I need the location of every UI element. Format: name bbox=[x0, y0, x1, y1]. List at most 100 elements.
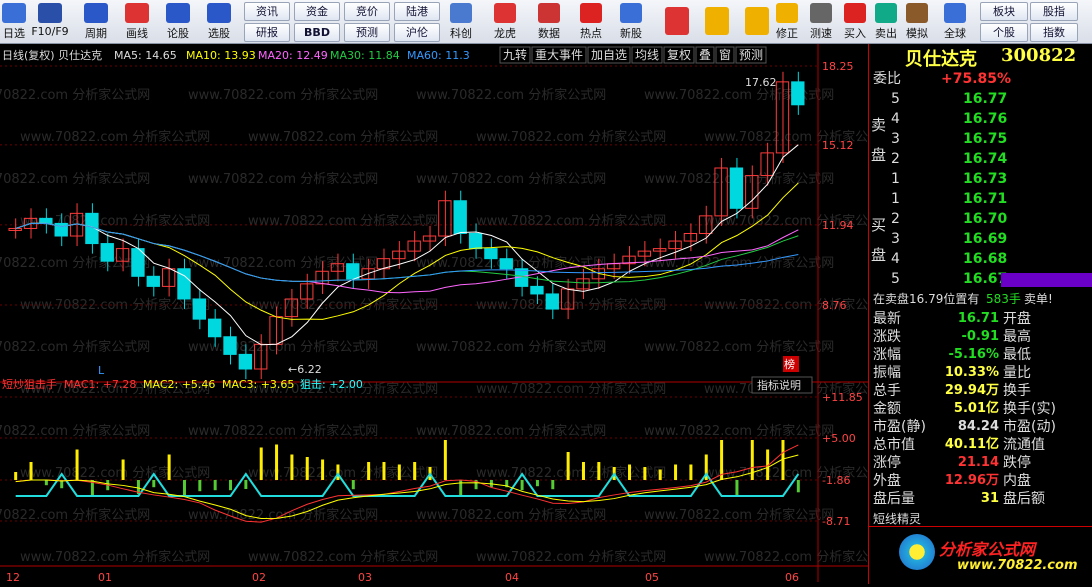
sell-level: 2 16.74 bbox=[869, 150, 1092, 168]
toolbar-2-button[interactable]: F10/F9 bbox=[30, 2, 70, 42]
nav-button[interactable] bbox=[700, 2, 734, 42]
low-label: ←6.22 bbox=[288, 363, 322, 376]
ma-label: MA60: 11.3 bbox=[407, 49, 470, 62]
quick-button[interactable]: 资金 bbox=[294, 2, 340, 21]
x-tick: 02 bbox=[252, 571, 266, 584]
stat-row: 涨跌 -0.91 最高 bbox=[869, 328, 1092, 346]
toolbar-label: 科创 bbox=[450, 27, 472, 40]
toolbar-icon bbox=[2, 3, 26, 23]
candle-body bbox=[39, 217, 53, 224]
watermark: www.70822.com 分析家公式网 bbox=[704, 549, 868, 565]
toolbar-5-button[interactable]: 论股 bbox=[158, 2, 198, 42]
buy-level: 3 16.69 bbox=[869, 230, 1092, 248]
level-price: 16.71 bbox=[963, 191, 1008, 207]
toolbar-10-button[interactable]: 模拟 bbox=[900, 2, 934, 42]
stat-value: 84.24 bbox=[957, 419, 999, 434]
level-number: 4 bbox=[891, 251, 900, 267]
quick-button[interactable]: 资讯 bbox=[244, 2, 290, 21]
toolbar-3-button[interactable]: 周期 bbox=[76, 2, 116, 42]
toolbar-label: F10/F9 bbox=[31, 25, 69, 38]
mac3-label: MAC3: +3.65 bbox=[222, 378, 294, 391]
stat-label-2: 内盘 bbox=[1003, 473, 1031, 489]
watermark: www.70822.com 分析家公式网 bbox=[644, 255, 834, 271]
stat-label-2: 市盈(动) bbox=[1003, 419, 1056, 435]
toolbar-8-button[interactable]: 买入 bbox=[838, 2, 872, 42]
book-label: 买盘 bbox=[871, 216, 887, 264]
quick-button[interactable]: 研报 bbox=[244, 23, 290, 42]
watermark: www.70822.com 分析家公式网 bbox=[644, 423, 834, 439]
stat-label: 涨跌 bbox=[873, 329, 901, 345]
candle-body bbox=[315, 270, 329, 285]
toolbar-icon bbox=[84, 3, 108, 23]
candle-body bbox=[208, 318, 222, 338]
toolbar-9-button[interactable]: 卖出 bbox=[869, 2, 903, 42]
toolbar-icon bbox=[125, 3, 149, 23]
quick-button[interactable]: BBD bbox=[294, 23, 340, 42]
toolbar-7-button[interactable]: 测速 bbox=[804, 2, 838, 42]
quick-button[interactable]: 陆港 bbox=[394, 2, 440, 21]
price-tick: 18.25 bbox=[822, 60, 854, 73]
toolbar-1-button[interactable]: 科创 bbox=[444, 2, 478, 42]
ma-label: 日线(复权) 贝仕达克 bbox=[2, 48, 102, 62]
stat-value: 40.11亿 bbox=[944, 437, 999, 452]
toolbar-label: 热点 bbox=[580, 27, 602, 40]
sell-level: 4 16.76 bbox=[869, 110, 1092, 128]
book-label: 卖盘 bbox=[871, 116, 887, 164]
toolbar-icon bbox=[844, 3, 866, 23]
quick-button[interactable]: 竞价 bbox=[344, 2, 390, 21]
chart-button-label: 九转 bbox=[503, 47, 527, 62]
nav-button[interactable] bbox=[660, 2, 694, 42]
toolbar-label: 画线 bbox=[126, 27, 148, 40]
nav-button[interactable] bbox=[740, 2, 774, 42]
jj-label: 狙击: +2.00 bbox=[300, 378, 363, 391]
stat-value: 29.94万 bbox=[944, 383, 999, 398]
stat-label: 市盈(静) bbox=[873, 419, 926, 435]
stat-value: 21.14 bbox=[957, 455, 999, 470]
quote-panel: 贝仕达克 300822 委比 +75.85% 5 16.77 4 16.76 3 16.75 2 16… bbox=[868, 44, 1092, 584]
candle-body bbox=[484, 248, 498, 260]
watermark: www.70822.com 分析家公式网 bbox=[0, 255, 150, 271]
toolbar-4-button[interactable]: 画线 bbox=[117, 2, 157, 42]
watermark: www.70822.com 分析家公式网 bbox=[188, 171, 378, 187]
stat-label-2: 开盘 bbox=[1003, 311, 1031, 327]
toolbar-6-button[interactable]: 选股 bbox=[199, 2, 239, 42]
candle-body bbox=[392, 250, 406, 260]
toolbar-4-button[interactable]: 热点 bbox=[574, 2, 608, 42]
stat-row: 振幅 10.33% 量比 bbox=[869, 364, 1092, 382]
toolbar-label: 论股 bbox=[167, 27, 189, 40]
quick-button[interactable]: 板块 bbox=[980, 2, 1028, 21]
x-tick: 12 bbox=[6, 571, 20, 584]
quick-button[interactable]: 指数 bbox=[1030, 23, 1078, 42]
ticker-end: 卖单! bbox=[1024, 292, 1053, 306]
bang-label: 榜 bbox=[784, 357, 795, 371]
toolbar-label: 日选 bbox=[3, 27, 25, 40]
toolbar-icon bbox=[906, 3, 928, 23]
toolbar-1-button[interactable]: 日选 bbox=[0, 2, 28, 42]
toolbar-2-button[interactable]: 龙虎 bbox=[488, 2, 522, 42]
toolbar-label: 卖出 bbox=[875, 27, 897, 40]
quick-button[interactable]: 沪伦 bbox=[394, 23, 440, 42]
candle-body bbox=[545, 293, 559, 310]
toolbar-5-button[interactable]: 新股 bbox=[614, 2, 648, 42]
sub-title: 短炒狙击手 bbox=[2, 377, 57, 391]
watermark: www.70822.com 分析家公式网 bbox=[20, 465, 210, 481]
stock-title: 贝仕达克 300822 bbox=[869, 44, 1092, 70]
level-price: 16.75 bbox=[963, 131, 1008, 147]
stat-label: 振幅 bbox=[873, 365, 901, 381]
toolbar-3-button[interactable]: 数据 bbox=[532, 2, 566, 42]
toolbar-11-button[interactable]: 全球 bbox=[938, 2, 972, 42]
quick-button[interactable]: 股指 bbox=[1030, 2, 1078, 21]
candle-body bbox=[346, 263, 360, 280]
toolbar-6-button[interactable]: 修正 bbox=[770, 2, 804, 42]
watermark: www.70822.com 分析家公式网 bbox=[248, 213, 438, 229]
toolbar-label: 数据 bbox=[538, 27, 560, 40]
quick-button[interactable]: 个股 bbox=[980, 23, 1028, 42]
chart-button-label: 加自选 bbox=[591, 48, 627, 62]
quick-button[interactable]: 预测 bbox=[344, 23, 390, 42]
high-label: 17.62 bbox=[745, 76, 777, 89]
toolbar-label: 选股 bbox=[208, 27, 230, 40]
chart-area[interactable]: www.70822.com 分析家公式网 www.70822.com 分析家公式网… bbox=[0, 44, 894, 584]
price-tick: 15.12 bbox=[822, 139, 854, 152]
candle-body bbox=[223, 336, 237, 355]
level-number: 4 bbox=[891, 111, 900, 127]
